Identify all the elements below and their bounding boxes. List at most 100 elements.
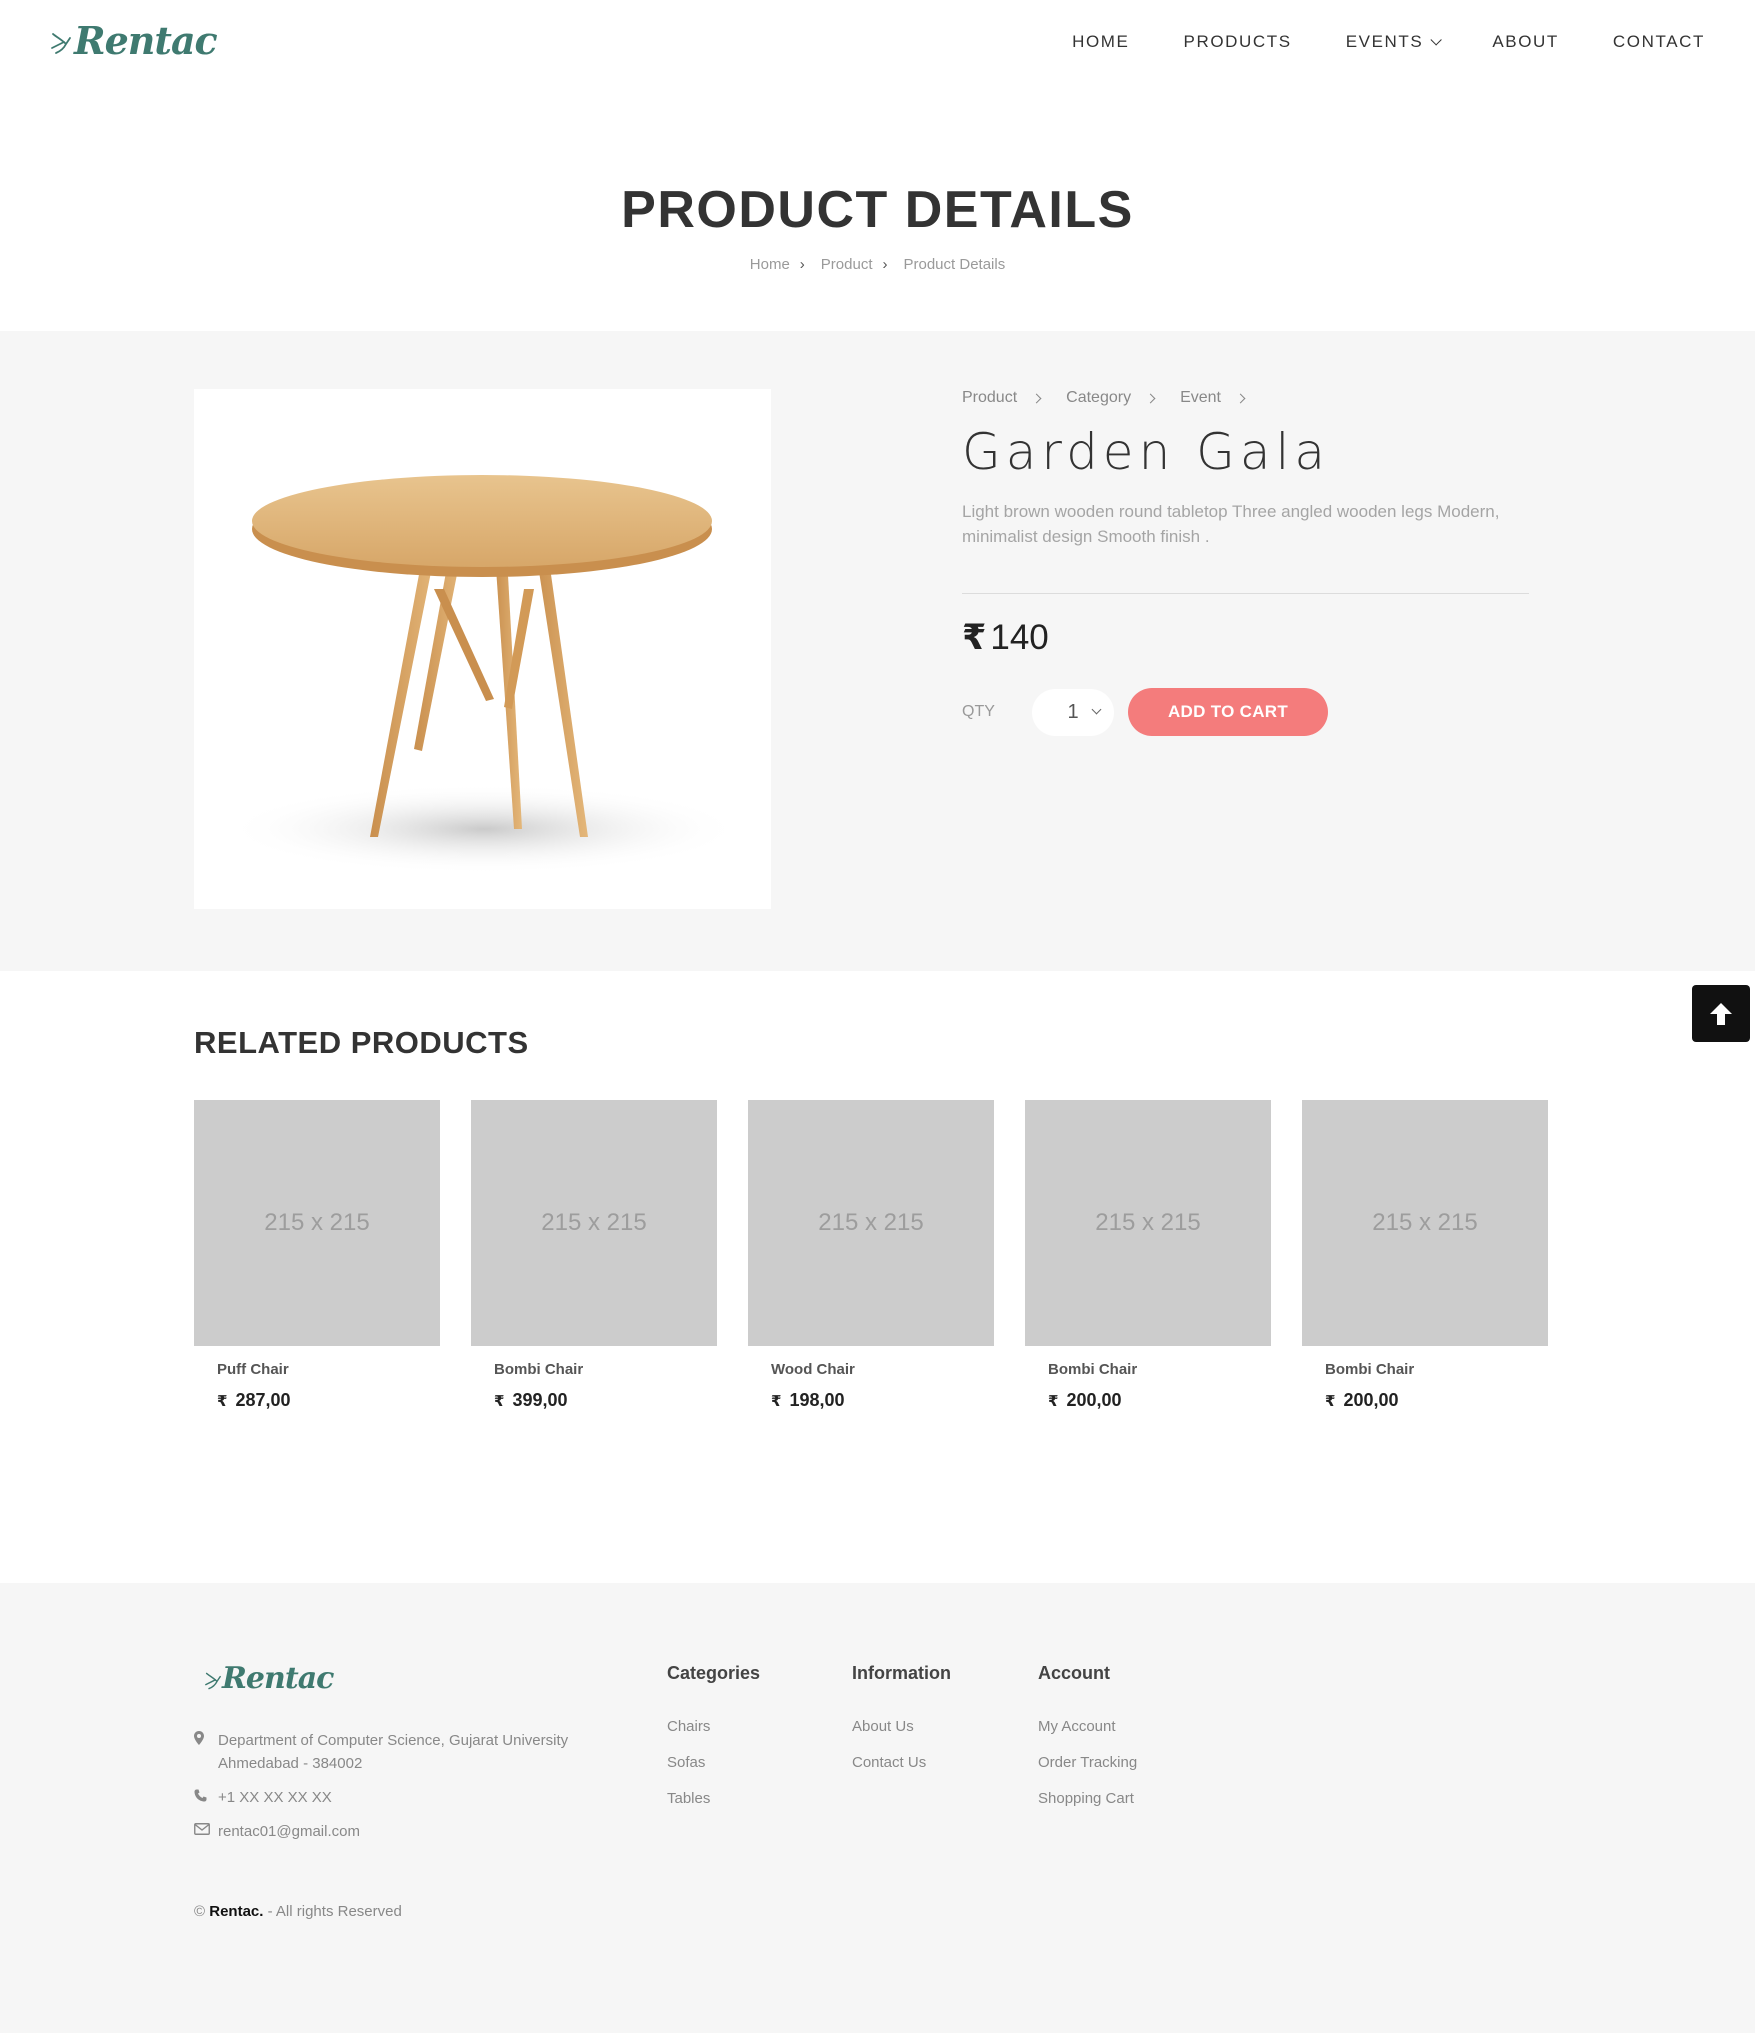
price-value: 198,00 <box>789 1390 845 1410</box>
copyright: © Rentac. - All rights Reserved <box>194 1903 402 1920</box>
nav-products[interactable]: PRODUCTS <box>1184 32 1292 52</box>
logo-text: Rentac <box>222 1661 334 1696</box>
logo-mark-icon <box>205 1672 221 1689</box>
divider <box>962 593 1529 594</box>
product-card-name[interactable]: Bombi Chair <box>1302 1361 1548 1378</box>
product-price: ₹ 140 <box>962 618 1532 658</box>
nav-events[interactable]: EVENTS <box>1345 32 1443 52</box>
product-breadcrumb: Product Category Event <box>962 389 1532 407</box>
crumb-product[interactable]: Product <box>962 389 1017 407</box>
product-card[interactable]: 215 x 215 Bombi Chair ₹399,00 <box>471 1100 717 1411</box>
qty-label: QTY <box>962 703 995 720</box>
footer-link-my-account[interactable]: My Account <box>1038 1718 1137 1735</box>
product-card-image[interactable]: 215 x 215 <box>748 1100 994 1346</box>
breadcrumb-current: Product Details <box>903 256 1006 273</box>
footer-link-chairs[interactable]: Chairs <box>667 1718 760 1735</box>
product-card-price: ₹287,00 <box>194 1390 440 1411</box>
product-card-image[interactable]: 215 x 215 <box>1302 1100 1548 1346</box>
quantity-value: 1 <box>1067 700 1079 723</box>
footer-link-contact-us[interactable]: Contact Us <box>852 1754 951 1771</box>
product-card-name[interactable]: Puff Chair <box>194 1361 440 1378</box>
crumb-event[interactable]: Event <box>1180 389 1221 407</box>
chevron-right-icon: › <box>799 256 805 273</box>
address-line-2: Ahmedabad - 384002 <box>218 1755 363 1772</box>
nav-products-label: PRODUCTS <box>1183 32 1292 51</box>
price-value: 200,00 <box>1343 1390 1399 1410</box>
footer-col-title: Information <box>852 1663 951 1683</box>
footer-phone: +1 XX XX XX XX <box>194 1786 568 1809</box>
footer-link-order-tracking[interactable]: Order Tracking <box>1038 1754 1137 1771</box>
breadcrumb: Home › Product › Product Details <box>0 256 1755 273</box>
quantity-row: QTY 1 ADD TO CART <box>962 688 1532 736</box>
copyright-symbol: © <box>194 1903 206 1920</box>
chevron-right-icon <box>1235 393 1246 403</box>
currency-symbol: ₹ <box>217 1393 228 1410</box>
table-illustration <box>224 475 744 874</box>
footer-col-title: Categories <box>667 1663 761 1683</box>
logo-mark-icon <box>51 32 71 54</box>
nav-home-label: HOME <box>1072 32 1130 51</box>
scroll-to-top-button[interactable] <box>1692 985 1750 1042</box>
phone-number[interactable]: +1 XX XX XX XX <box>218 1786 332 1809</box>
footer-contact: Department of Computer Science, Gujarat … <box>194 1729 568 1854</box>
related-products-title: RELATED PRODUCTS <box>194 1025 529 1060</box>
product-card[interactable]: 215 x 215 Puff Chair ₹287,00 <box>194 1100 440 1411</box>
currency-symbol: ₹ <box>962 618 987 657</box>
nav-about-label: ABOUT <box>1492 32 1559 51</box>
nav-events-label: EVENTS <box>1345 32 1424 51</box>
chevron-down-icon <box>1430 34 1443 46</box>
quantity-select[interactable]: 1 <box>1032 688 1114 736</box>
add-to-cart-button[interactable]: ADD TO CART <box>1128 688 1328 736</box>
footer-link-tables[interactable]: Tables <box>667 1790 760 1807</box>
chevron-down-icon <box>1091 704 1102 714</box>
email-address[interactable]: rentac01@gmail.com <box>218 1820 360 1843</box>
chevron-right-icon: › <box>882 256 888 273</box>
currency-symbol: ₹ <box>1325 1393 1336 1410</box>
page-title: PRODUCT DETAILS <box>621 181 1134 239</box>
footer-link-sofas[interactable]: Sofas <box>667 1754 760 1771</box>
footer-link-shopping-cart[interactable]: Shopping Cart <box>1038 1790 1137 1807</box>
currency-symbol: ₹ <box>494 1393 505 1410</box>
footer-link-about-us[interactable]: About Us <box>852 1718 951 1735</box>
product-card[interactable]: 215 x 215 Bombi Chair ₹200,00 <box>1302 1100 1548 1411</box>
site-header: Rentac HOME PRODUCTS EVENTS ABOUT CONTAC… <box>0 0 1755 90</box>
footer-col-account: Account My Account Order Tracking Shoppi… <box>1038 1663 1137 1826</box>
product-card[interactable]: 215 x 215 Bombi Chair ₹200,00 <box>1025 1100 1271 1411</box>
copyright-text: - All rights Reserved <box>267 1903 402 1920</box>
chevron-right-icon <box>1145 393 1156 403</box>
site-footer: Rentac Department of Computer Science, G… <box>0 1583 1755 2033</box>
map-pin-icon <box>194 1729 218 1747</box>
arrow-up-icon <box>1710 1002 1732 1025</box>
price-value: 287,00 <box>235 1390 291 1410</box>
breadcrumb-product[interactable]: Product <box>821 256 873 273</box>
price-value: 140 <box>990 618 1049 657</box>
product-card-image[interactable]: 215 x 215 <box>1025 1100 1271 1346</box>
site-logo[interactable]: Rentac <box>50 18 218 63</box>
crumb-category[interactable]: Category <box>1066 389 1131 407</box>
chevron-right-icon <box>1031 393 1042 403</box>
envelope-icon <box>194 1820 218 1838</box>
footer-col-information: Information About Us Contact Us <box>852 1663 951 1790</box>
nav-home[interactable]: HOME <box>1072 32 1129 52</box>
product-info: Product Category Event Garden Gala Light… <box>962 389 1532 736</box>
product-card-image[interactable]: 215 x 215 <box>194 1100 440 1346</box>
product-card-name[interactable]: Bombi Chair <box>471 1361 717 1378</box>
product-name: Garden Gala <box>962 423 1331 481</box>
breadcrumb-home[interactable]: Home <box>750 256 790 273</box>
product-card-image[interactable]: 215 x 215 <box>471 1100 717 1346</box>
currency-symbol: ₹ <box>771 1393 782 1410</box>
product-card-name[interactable]: Wood Chair <box>748 1361 994 1378</box>
footer-email: rentac01@gmail.com <box>194 1820 568 1843</box>
product-card-name[interactable]: Bombi Chair <box>1025 1361 1271 1378</box>
nav-about[interactable]: ABOUT <box>1492 32 1559 52</box>
product-image <box>194 389 771 909</box>
product-card-price: ₹200,00 <box>1025 1390 1271 1411</box>
footer-logo[interactable]: Rentac <box>204 1661 334 1696</box>
product-card-price: ₹399,00 <box>471 1390 717 1411</box>
product-card[interactable]: 215 x 215 Wood Chair ₹198,00 <box>748 1100 994 1411</box>
price-value: 200,00 <box>1066 1390 1122 1410</box>
nav-contact[interactable]: CONTACT <box>1613 32 1705 52</box>
phone-icon <box>194 1786 218 1804</box>
copyright-brand: Rentac. <box>209 1903 264 1920</box>
footer-address: Department of Computer Science, Gujarat … <box>194 1729 568 1775</box>
